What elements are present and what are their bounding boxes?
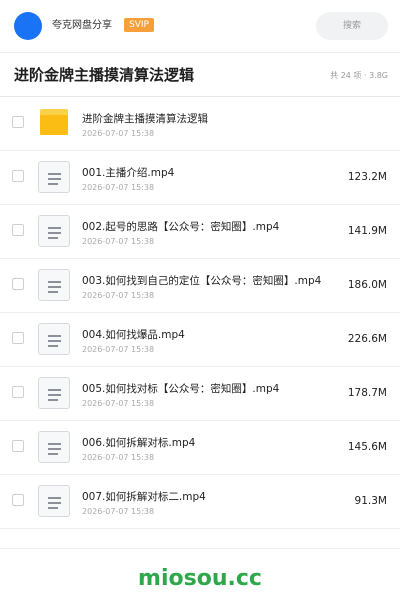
file-row[interactable]: 003.如何找到自己的定位【公众号：密知圈】.mp4 2026-07-07 15… [0,259,400,313]
folder-row[interactable]: 进阶金牌主播摸清算法逻辑 2026-07-07 15:38 [0,97,400,151]
row-checkbox[interactable] [12,116,24,128]
watermark: miosou.cc [138,566,262,591]
row-checkbox[interactable] [12,494,24,506]
file-date: 2026-07-07 15:38 [82,291,155,300]
file-icon [38,269,70,301]
file-size: 123.2M [347,171,387,183]
file-date: 2026-07-07 15:38 [82,399,155,408]
file-size: 91.3M [354,495,387,507]
file-name[interactable]: 001.主播介绍.mp4 [82,166,174,180]
file-name[interactable]: 007.如何拆解对标二.mp4 [82,490,206,504]
file-date: 2026-07-07 15:38 [82,453,155,462]
file-date: 2026-07-07 15:38 [82,237,155,246]
svip-badge: SVIP [124,18,154,32]
file-date: 2026-07-07 15:38 [82,183,155,192]
file-date: 2026-07-07 15:38 [82,345,155,354]
avatar[interactable] [14,12,42,40]
file-row[interactable]: 001.主播介绍.mp4 2026-07-07 15:38 123.2M [0,151,400,205]
search-button[interactable]: 搜索 [316,12,388,40]
file-icon [38,431,70,463]
file-name[interactable]: 004.如何找爆品.mp4 [82,328,185,342]
file-size: 186.0M [347,279,387,291]
folder-icon [40,109,68,135]
file-name[interactable]: 002.起号的思路【公众号：密知圈】.mp4 [82,220,279,234]
site-name: 夸克网盘分享 [52,20,112,31]
row-checkbox[interactable] [12,278,24,290]
file-size: 145.6M [347,441,387,453]
file-size: 141.9M [347,225,387,237]
file-row[interactable]: 006.如何拆解对标.mp4 2026-07-07 15:38 145.6M [0,421,400,475]
file-size: 178.7M [347,387,387,399]
title-bar: 进阶金牌主播摸清算法逻辑 共 24 项 · 3.8G [0,53,400,96]
file-size: 226.6M [347,333,387,345]
file-icon [38,377,70,409]
file-icon [38,485,70,517]
row-checkbox[interactable] [12,440,24,452]
file-stats: 共 24 项 · 3.8G [330,71,388,80]
header: 夸克网盘分享 SVIP 搜索 [0,0,400,52]
row-checkbox[interactable] [12,170,24,182]
row-checkbox[interactable] [12,224,24,236]
file-icon [38,161,70,193]
file-list: 进阶金牌主播摸清算法逻辑 2026-07-07 15:38 001.主播介绍.m… [0,97,400,529]
file-name[interactable]: 006.如何拆解对标.mp4 [82,436,195,450]
file-date: 2026-07-07 15:38 [82,129,155,138]
page-title: 进阶金牌主播摸清算法逻辑 [14,66,195,84]
file-icon [38,215,70,247]
row-checkbox[interactable] [12,332,24,344]
file-name[interactable]: 003.如何找到自己的定位【公众号：密知圈】.mp4 [82,274,321,288]
file-row[interactable]: 007.如何拆解对标二.mp4 2026-07-07 15:38 91.3M [0,475,400,529]
file-icon [38,323,70,355]
row-checkbox[interactable] [12,386,24,398]
file-row[interactable]: 002.起号的思路【公众号：密知圈】.mp4 2026-07-07 15:38 … [0,205,400,259]
file-name[interactable]: 进阶金牌主播摸清算法逻辑 [82,112,208,126]
file-row[interactable]: 005.如何找对标【公众号：密知圈】.mp4 2026-07-07 15:38 … [0,367,400,421]
file-date: 2026-07-07 15:38 [82,507,155,516]
file-name[interactable]: 005.如何找对标【公众号：密知圈】.mp4 [82,382,279,396]
file-row[interactable]: 004.如何找爆品.mp4 2026-07-07 15:38 226.6M [0,313,400,367]
